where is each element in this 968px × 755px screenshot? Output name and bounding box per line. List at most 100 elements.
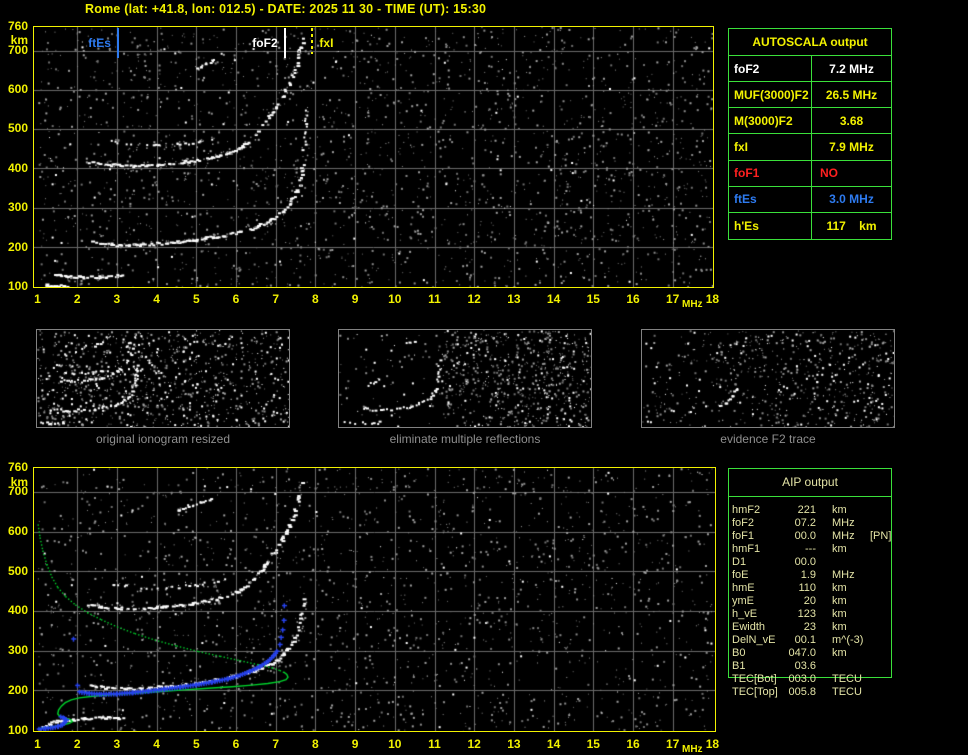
autoscala-table-header: AUTOSCALA output (729, 29, 891, 56)
aip-table-header: AIP output (728, 468, 892, 497)
autoscala-row-muf3000f2: MUF(3000)F226.5 MHz (729, 82, 891, 108)
x-tick-label: 16 (623, 737, 643, 751)
aip-unit: km (832, 504, 870, 517)
y-tick-label: 400 (0, 161, 30, 175)
aip-unit: km (832, 608, 870, 621)
aip-extra (870, 517, 918, 530)
bottom-ionogram-plot (33, 467, 716, 732)
autoscala-row-value: 3.68 (812, 108, 891, 133)
aip-label: hmE (728, 582, 784, 595)
aip-label: foF2 (728, 517, 784, 530)
x-tick-label: 11 (425, 737, 445, 751)
y-tick-label: 300 (0, 643, 30, 657)
fof2-marker-line (284, 28, 286, 58)
thumbnail-evidence-canvas (642, 330, 894, 427)
thumbnail-caption-evidence: evidence F2 trace (641, 432, 895, 446)
aip-extra (870, 504, 918, 517)
aip-row-hmf2: hmF2221km (728, 504, 918, 517)
aip-label: ymE (728, 595, 784, 608)
aip-row-fof1: foF100.0MHz[PN] (728, 530, 918, 543)
autoscala-row-value: NO (812, 161, 891, 186)
thumbnail-original-canvas (37, 330, 289, 427)
aip-row-hme: hmE110km (728, 582, 918, 595)
top-y-axis-unit: km (0, 33, 28, 47)
aip-row-d1: D100.0 (728, 556, 918, 569)
aip-value: 20 (784, 595, 816, 608)
autoscala-output-table: AUTOSCALA output foF27.2 MHzMUF(3000)F22… (728, 28, 892, 240)
fof2-marker-label: foF2 (252, 37, 277, 49)
aip-label: h_vE (728, 608, 784, 621)
aip-extra (870, 647, 918, 660)
x-tick-label: 15 (583, 737, 603, 751)
top-ionogram-plot: ftEsfoF2fxI (33, 26, 714, 288)
y-tick-label: 300 (0, 200, 30, 214)
ftes-marker-line (117, 28, 119, 58)
x-tick-label: 3 (107, 737, 127, 751)
aip-row-hmf1: hmF1---km (728, 543, 918, 556)
aip-value: 047.0 (784, 647, 816, 660)
x-tick-label: 9 (345, 737, 365, 751)
autoscala-row-value: 3.0 MHz (812, 187, 891, 212)
aip-value: 00.1 (784, 634, 816, 647)
y-tick-label: 760 (0, 19, 30, 33)
aip-unit (832, 660, 870, 673)
thumbnail-caption-eliminate: eliminate multiple reflections (338, 432, 592, 446)
aip-unit: km (832, 621, 870, 634)
autoscala-row-fof2: foF27.2 MHz (729, 56, 891, 82)
x-tick-label: 13 (504, 737, 524, 751)
aip-label: B0 (728, 647, 784, 660)
thumbnail-eliminate-reflections (338, 329, 592, 428)
y-tick-label: 600 (0, 82, 30, 96)
aip-value: 005.8 (784, 686, 816, 699)
y-tick-label: 600 (0, 524, 30, 538)
autoscala-row-value: 26.5 MHz (812, 82, 891, 107)
bottom-y-axis-unit: km (0, 475, 28, 489)
aip-value: 00.0 (784, 556, 816, 569)
top-ionogram-canvas (34, 27, 713, 287)
bottom-x-axis-unit: MHz (682, 744, 703, 755)
autoscala-row-m3000f2: M(3000)F23.68 (729, 108, 891, 134)
x-tick-label: 1 (28, 292, 48, 306)
y-tick-label: 200 (0, 683, 30, 697)
autoscala-row-value: 117 km (812, 213, 891, 239)
x-tick-label: 18 (702, 292, 722, 306)
aip-label: B1 (728, 660, 784, 673)
autoscala-row-fxi: fxI7.9 MHz (729, 134, 891, 160)
x-tick-label: 12 (464, 737, 484, 751)
aip-label: hmF2 (728, 504, 784, 517)
x-tick-label: 14 (544, 737, 564, 751)
autoscala-row-label: h'Es (729, 213, 812, 239)
aip-unit: TECU (832, 686, 870, 699)
y-tick-label: 100 (0, 279, 30, 293)
y-tick-label: 200 (0, 240, 30, 254)
bottom-ionogram-canvas (34, 468, 715, 731)
x-tick-label: 17 (663, 292, 683, 306)
aip-unit: km (832, 582, 870, 595)
aip-extra (870, 556, 918, 569)
aip-row-yme: ymE20 km (728, 595, 918, 608)
aip-unit: TECU (832, 673, 870, 686)
aip-label: D1 (728, 556, 784, 569)
autoscala-row-value: 7.2 MHz (812, 56, 891, 81)
aip-unit: km (832, 543, 870, 556)
aip-extra (870, 660, 918, 673)
fxi-marker-line (311, 28, 313, 54)
autoscala-row-label: ftEs (729, 187, 812, 212)
y-tick-label: 400 (0, 603, 30, 617)
aip-label: DelN_vE (728, 634, 784, 647)
autoscala-row-label: foF1 (729, 161, 812, 186)
x-tick-label: 2 (67, 737, 87, 751)
x-tick-label: 3 (107, 292, 127, 306)
aip-extra (870, 608, 918, 621)
thumbnail-caption-original: original ionogram resized (36, 432, 290, 446)
x-tick-label: 4 (147, 737, 167, 751)
x-tick-label: 12 (464, 292, 484, 306)
x-tick-label: 9 (345, 292, 365, 306)
x-tick-label: 14 (544, 292, 564, 306)
aip-extra (870, 595, 918, 608)
thumbnail-eliminate-canvas (339, 330, 591, 427)
y-tick-label: 500 (0, 564, 30, 578)
aip-unit: km (832, 595, 870, 608)
autoscala-row-label: M(3000)F2 (729, 108, 812, 133)
aip-unit: MHz (832, 517, 870, 530)
